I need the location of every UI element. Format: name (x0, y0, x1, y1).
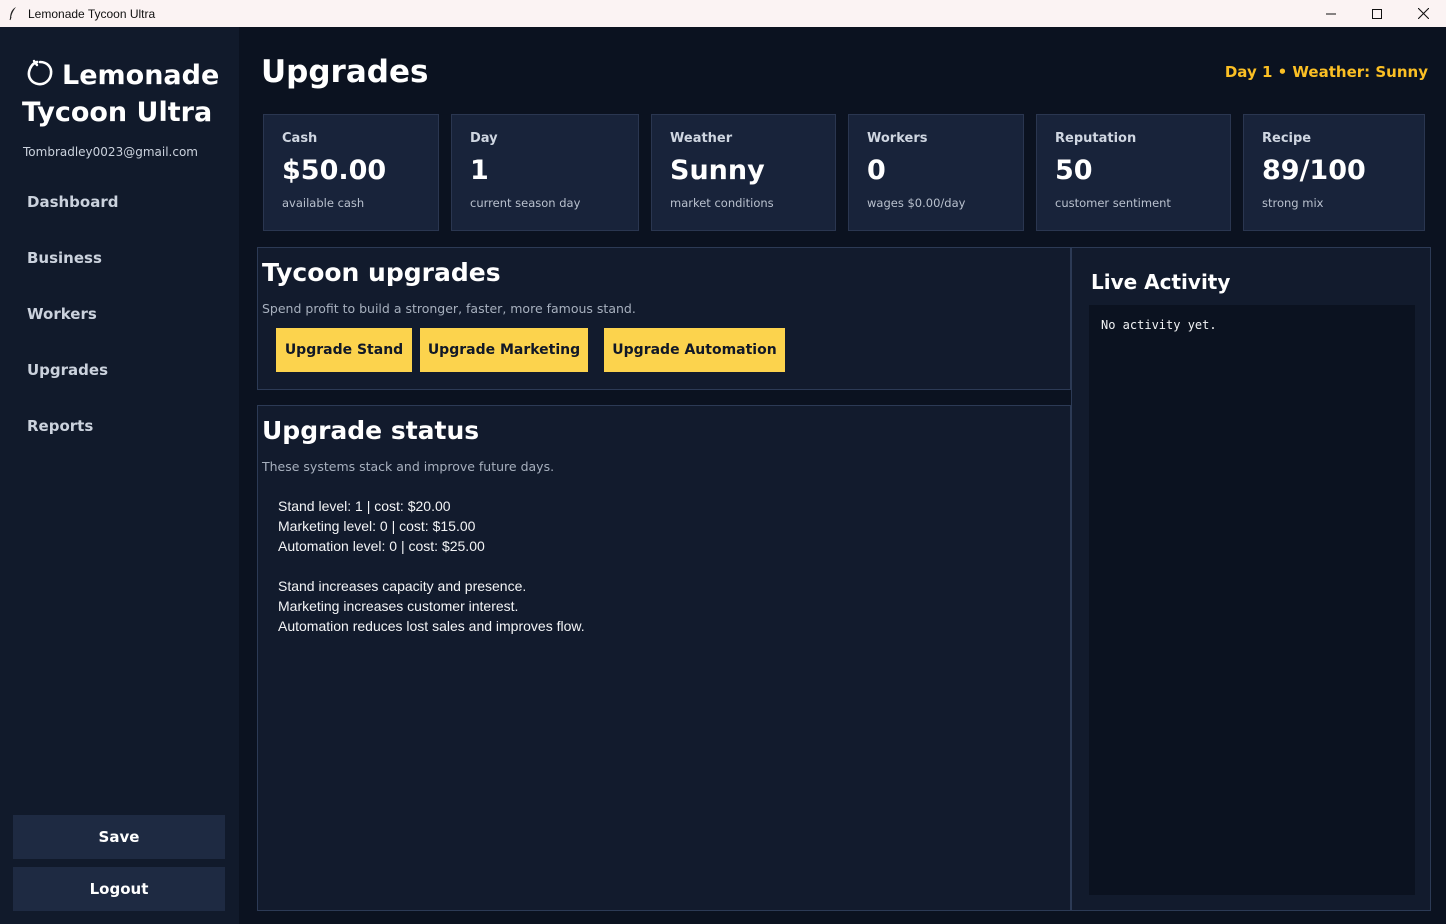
panel-title: Tycoon upgrades (262, 258, 501, 287)
feather-icon (8, 6, 22, 22)
stat-card-reputation: Reputation 50 customer sentiment (1036, 114, 1231, 231)
stat-value: 1 (470, 155, 489, 186)
live-activity-panel: Live Activity No activity yet. (1071, 247, 1431, 911)
panel-title: Upgrade status (262, 416, 480, 445)
panel-description: These systems stack and improve future d… (262, 459, 555, 474)
stat-sub: available cash (282, 196, 365, 210)
stat-sub: wages $0.00/day (867, 196, 966, 210)
stat-label: Weather (670, 131, 733, 146)
sidebar-item-dashboard[interactable]: Dashboard (27, 193, 118, 249)
sidebar-nav: Dashboard Business Workers Upgrades Repo… (27, 193, 118, 473)
status-line-stand-info: Stand increases capacity and presence. (278, 578, 527, 594)
stat-sub: strong mix (1262, 196, 1324, 210)
upgrade-automation-button[interactable]: Upgrade Automation (604, 328, 785, 372)
maximize-icon[interactable] (1354, 0, 1400, 27)
lemon-icon (25, 58, 55, 88)
stat-card-day: Day 1 current season day (451, 114, 639, 231)
stat-value: $50.00 (282, 155, 387, 186)
minimize-icon[interactable] (1308, 0, 1354, 27)
sidebar-item-reports[interactable]: Reports (27, 417, 118, 473)
status-line-stand: Stand level: 1 | cost: $20.00 (278, 498, 451, 514)
status-text: Stand level: 1 | cost: $20.00 Marketing … (278, 496, 585, 636)
sidebar-item-business[interactable]: Business (27, 249, 118, 305)
upgrade-status-panel: Upgrade status These systems stack and i… (257, 405, 1071, 911)
status-line-automation: Automation level: 0 | cost: $25.00 (278, 538, 485, 554)
stat-label: Reputation (1055, 131, 1137, 146)
upgrade-marketing-button[interactable]: Upgrade Marketing (420, 328, 588, 372)
activity-title: Live Activity (1091, 270, 1231, 294)
save-button[interactable]: Save (13, 815, 225, 859)
sidebar: Lemonade Tycoon Ultra Tombradley0023@gma… (0, 27, 239, 924)
stat-label: Day (470, 131, 498, 146)
stat-sub: customer sentiment (1055, 196, 1171, 210)
upgrade-stand-button[interactable]: Upgrade Stand (276, 328, 412, 372)
sidebar-item-workers[interactable]: Workers (27, 305, 118, 361)
stat-card-cash: Cash $50.00 available cash (263, 114, 439, 231)
day-weather-status: Day 1 • Weather: Sunny (1224, 63, 1428, 81)
panel-description: Spend profit to build a stronger, faster… (262, 301, 636, 316)
stat-sub: current season day (470, 196, 581, 210)
sidebar-item-upgrades[interactable]: Upgrades (27, 361, 118, 417)
stat-card-workers: Workers 0 wages $0.00/day (848, 114, 1024, 231)
status-line-marketing: Marketing level: 0 | cost: $15.00 (278, 518, 476, 534)
user-email: Tombradley0023@gmail.com (23, 145, 198, 159)
stat-label: Workers (867, 131, 928, 146)
stat-value: 50 (1055, 155, 1093, 186)
close-icon[interactable] (1400, 0, 1446, 27)
status-line-blank (278, 556, 585, 576)
stat-card-weather: Weather Sunny market conditions (651, 114, 836, 231)
page-title: Upgrades (261, 54, 429, 90)
logout-button[interactable]: Logout (13, 867, 225, 911)
activity-log-text: No activity yet. (1101, 318, 1217, 332)
activity-log[interactable]: No activity yet. (1089, 305, 1415, 895)
status-line-automation-info: Automation reduces lost sales and improv… (278, 618, 585, 634)
brand: Lemonade Tycoon Ultra (22, 57, 232, 131)
stat-card-recipe: Recipe 89/100 strong mix (1243, 114, 1425, 231)
status-line-marketing-info: Marketing increases customer interest. (278, 598, 519, 614)
stat-value: 0 (867, 155, 886, 186)
window-title: Lemonade Tycoon Ultra (28, 6, 156, 21)
window-titlebar: Lemonade Tycoon Ultra (0, 0, 1446, 27)
stat-value: 89/100 (1262, 155, 1366, 186)
stat-value: Sunny (670, 155, 765, 186)
stat-label: Cash (282, 131, 318, 146)
main-content: Upgrades Day 1 • Weather: Sunny Cash $50… (239, 27, 1446, 924)
tycoon-upgrades-panel: Tycoon upgrades Spend profit to build a … (257, 247, 1071, 390)
stat-label: Recipe (1262, 131, 1312, 146)
stat-sub: market conditions (670, 196, 774, 210)
